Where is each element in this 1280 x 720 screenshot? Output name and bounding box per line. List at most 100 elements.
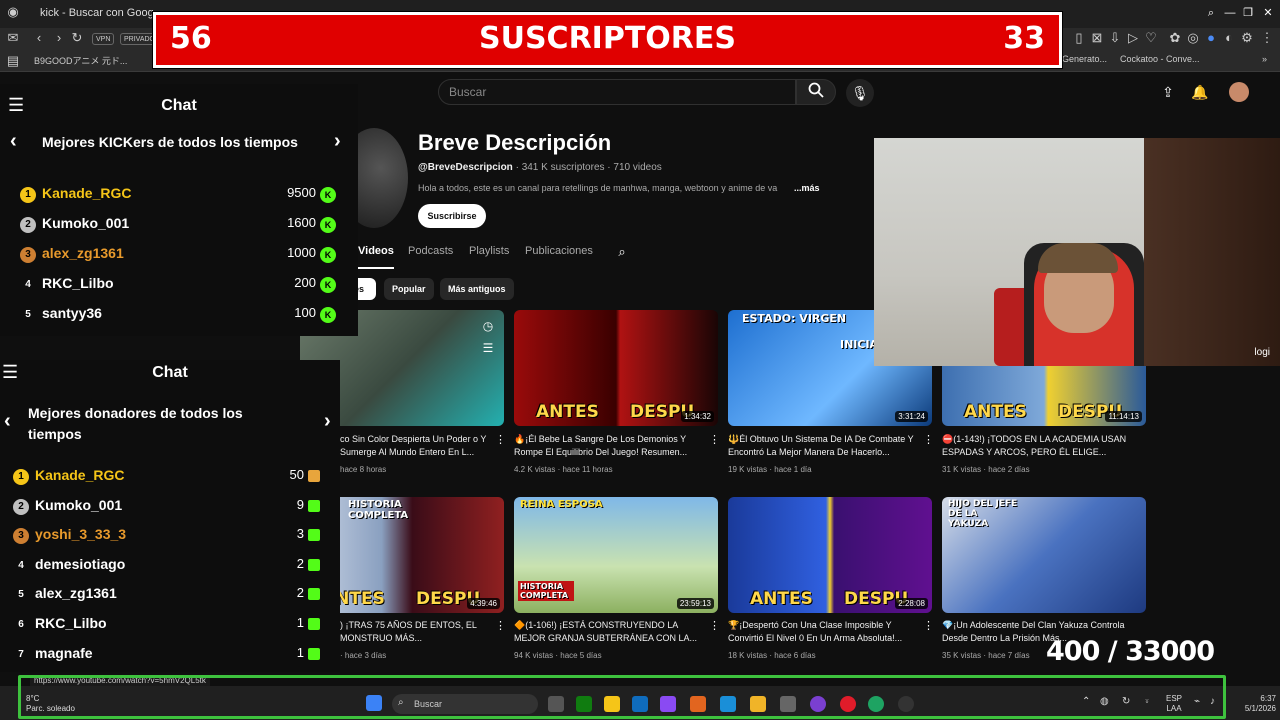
video-title[interactable]: 🔶(1-106!) ¡ESTÁ CONSTRUYENDO LA MEJOR GR… <box>514 619 704 645</box>
voice-search-button[interactable]: 🎙 <box>846 79 874 107</box>
microphone-icon: 🎙 <box>851 85 869 101</box>
avatar[interactable] <box>1229 82 1249 102</box>
bookmarks-overflow-icon[interactable]: » <box>1262 54 1267 64</box>
leaderboard-value: 3 <box>296 526 304 542</box>
video-title[interactable]: co Sin Color Despierta Un Poder o Y Sume… <box>340 433 490 459</box>
tab-publicaciones[interactable]: Publicaciones <box>525 245 593 257</box>
video-thumbnail[interactable]: ANTES DESPU 2:28:08 <box>728 497 932 613</box>
video-thumbnail[interactable]: HIJO DEL JEFE DE LA YAKUZA <box>942 497 1146 613</box>
video-menu-icon[interactable]: ⋮ <box>709 433 720 446</box>
video-menu-icon[interactable]: ⋮ <box>709 619 720 632</box>
sidebar-toggle-icon[interactable]: ▤ <box>4 52 22 70</box>
video-menu-icon[interactable]: ⋮ <box>923 619 934 632</box>
prev-arrow-icon[interactable]: ‹ <box>10 130 17 153</box>
settings-icon[interactable]: ⚙ <box>1238 29 1256 47</box>
channel-description[interactable]: Hola a todos, este es un canal para rete… <box>418 183 777 193</box>
reload-icon[interactable]: ↻ <box>68 29 86 47</box>
add-to-queue-icon[interactable]: ☰ <box>478 338 498 358</box>
back-icon[interactable]: ‹ <box>30 29 48 47</box>
channel-subscribers: 341 K suscriptores <box>521 162 605 173</box>
video-title[interactable]: ⛔(1-143!) ¡TODOS EN LA ACADEMIA USAN ESP… <box>942 433 1132 459</box>
video-meta: 4.2 K vistas · hace 11 horas <box>514 465 613 474</box>
video-thumbnail[interactable]: REINA ESPOSA HISTORIA COMPLETA 23:59:13 <box>514 497 718 613</box>
leaderboard-value: 50 <box>289 467 304 482</box>
search-button[interactable] <box>796 79 836 105</box>
video-meta: 94 K vistas · hace 5 días <box>514 651 602 660</box>
bookmark-item[interactable]: Cockatoo - Conve... <box>1120 54 1200 64</box>
video-meta: 35 K vistas · hace 7 días <box>942 651 1030 660</box>
video-duration: 4:39:46 <box>467 598 500 609</box>
bookmark-item[interactable]: B9GOODアニメ 元ド... <box>34 54 127 67</box>
screenshot-icon[interactable]: ⊠ <box>1088 29 1106 47</box>
thumbnail-tag: HIJO DEL JEFE DE LA YAKUZA <box>948 499 1018 529</box>
leaderboard-user-name: RKC_Lilbo <box>42 275 114 291</box>
goal-counter: 400 / 33000 <box>1046 636 1215 667</box>
leaderboard-value: 9 <box>296 496 304 512</box>
video-meta: 18 K vistas · hace 6 días <box>728 651 816 660</box>
video-title[interactable]: 🏆¡Despertó Con Una Clase Imposible Y Con… <box>728 619 918 645</box>
upload-icon[interactable]: ⇪ <box>1158 82 1178 102</box>
forward-icon[interactable]: › <box>50 29 68 47</box>
shield-icon[interactable]: ● <box>1202 29 1220 47</box>
watch-later-icon[interactable]: ◷ <box>478 316 498 336</box>
video-menu-icon[interactable]: ⋮ <box>495 433 506 446</box>
video-duration: 2:28:08 <box>895 598 928 609</box>
kick-coin-icon: K <box>320 217 336 233</box>
browser-menu-icon[interactable]: ◉ <box>4 3 22 21</box>
money-icon <box>308 618 320 630</box>
chip-popular[interactable]: Popular <box>384 278 434 300</box>
bookmark-icon[interactable]: ▯ <box>1070 29 1088 47</box>
leaderboard-user-name: Kanade_RGC <box>35 467 125 483</box>
wallet-icon[interactable]: ◎ <box>1184 29 1202 47</box>
next-arrow-icon[interactable]: › <box>324 410 331 433</box>
leaderboard-row: 1 Kanade_RGC 50 <box>0 466 340 490</box>
rank-number: 4 <box>25 279 31 290</box>
money-icon <box>308 588 320 601</box>
channel-search-icon[interactable]: ⌕ <box>612 242 632 262</box>
notifications-bell-icon[interactable]: 🔔 <box>1190 82 1210 102</box>
video-thumbnail[interactable]: ANTES DESPU 1:34:32 <box>514 310 718 426</box>
kick-coin-icon: K <box>320 247 336 263</box>
prev-arrow-icon[interactable]: ‹ <box>4 410 11 433</box>
messenger-icon[interactable]: ✉ <box>4 29 22 47</box>
money-icon <box>308 558 320 571</box>
download-icon[interactable]: ⇩ <box>1106 29 1124 47</box>
extensions-icon[interactable]: ✿ <box>1166 29 1184 47</box>
tab-podcasts[interactable]: Podcasts <box>408 245 453 257</box>
profile-icon[interactable]: ◐ <box>1220 29 1238 47</box>
minimize-icon[interactable]: — <box>1220 3 1240 23</box>
more-icon[interactable]: ⋮ <box>1258 29 1276 47</box>
tab-search-icon[interactable]: ⌕ <box>1201 3 1221 23</box>
chip-mas-antiguos[interactable]: Más antiguos <box>440 278 514 300</box>
chat-widget-top: ☰ Chat ‹ Mejores KICKers de todos los ti… <box>0 84 358 336</box>
clock[interactable]: 6:37 5/1/2026 <box>1232 694 1276 714</box>
search-input[interactable]: Buscar <box>438 79 796 105</box>
leaderboard-value: 1 <box>296 615 304 630</box>
video-title[interactable]: 🔱Él Obtuvo Un Sistema De IA De Combate Y… <box>728 433 918 459</box>
video-title[interactable]: 🔥¡Él Bebe La Sangre De Los Demonios Y Ro… <box>514 433 704 459</box>
leaderboard-row: 6 RKC_Lilbo 1 <box>0 614 340 638</box>
next-arrow-icon[interactable]: › <box>334 130 341 153</box>
browser-tab[interactable]: kick - Buscar con Google <box>34 4 154 26</box>
tab-videos[interactable]: Videos <box>358 245 394 269</box>
bookmark-item[interactable]: Generato... <box>1062 54 1107 64</box>
heart-icon[interactable]: ♡ <box>1142 29 1160 47</box>
leaderboard-user-name: demesiotiago <box>35 555 126 572</box>
subscribe-button[interactable]: Suscribirse <box>418 204 486 228</box>
close-window-icon[interactable]: ✕ <box>1258 3 1278 23</box>
money-icon <box>308 529 320 542</box>
description-more-link[interactable]: ...más <box>794 183 820 193</box>
thumbnail-caption: ESTADO: VIRGEN <box>742 312 847 325</box>
player-icon[interactable]: ▷ <box>1124 29 1142 47</box>
leaderboard-value: 9500 <box>287 185 316 200</box>
goal-current: 400 <box>1046 636 1100 667</box>
leaderboard-user-name: yoshi_3_33_3 <box>35 526 127 543</box>
maximize-icon[interactable]: ❐ <box>1238 3 1258 23</box>
vpn-badge[interactable]: VPN <box>92 33 115 45</box>
video-title[interactable]: ) ¡TRAS 75 AÑOS DE ENTOS, EL MONSTRUO MÁ… <box>340 619 490 645</box>
video-menu-icon[interactable]: ⋮ <box>923 433 934 446</box>
tab-playlists[interactable]: Playlists <box>469 245 509 257</box>
video-meta: 31 K vistas · hace 2 días <box>942 465 1030 474</box>
video-menu-icon[interactable]: ⋮ <box>495 619 506 632</box>
channel-meta: @BreveDescripcion · 341 K suscriptores ·… <box>418 162 662 173</box>
